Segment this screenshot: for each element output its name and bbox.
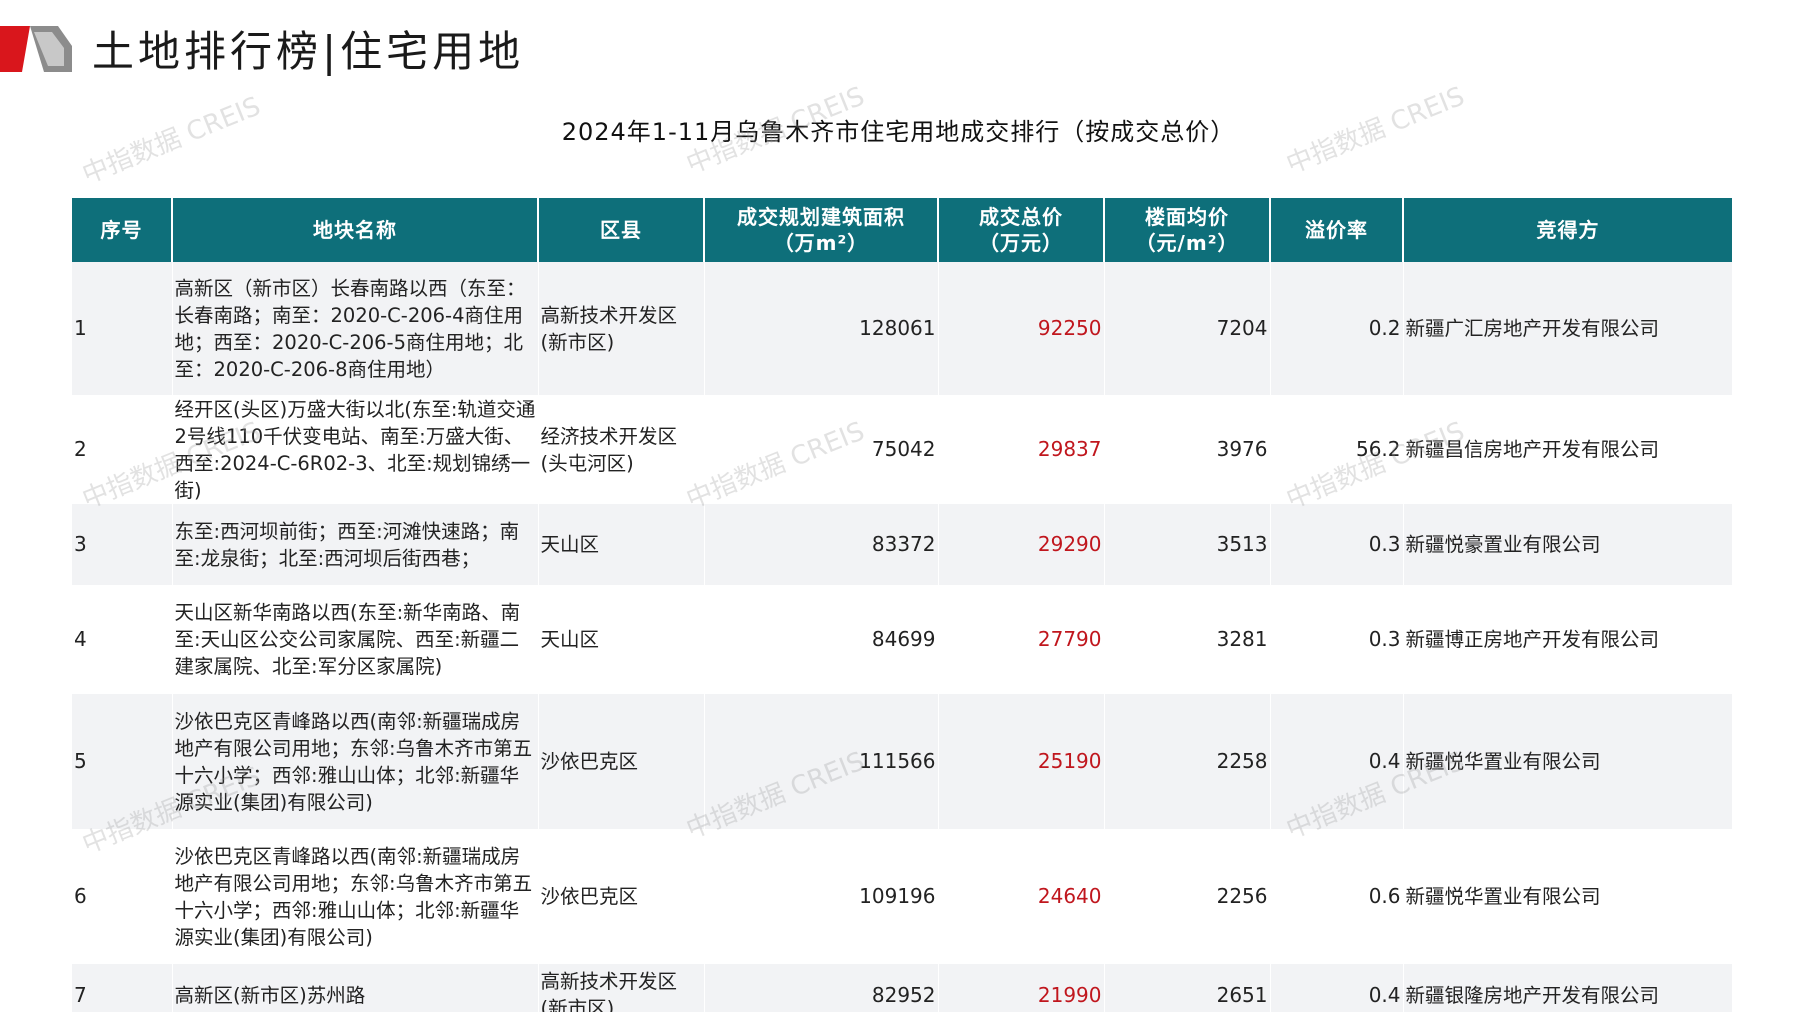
premium-value: 56.2 bbox=[1270, 395, 1404, 504]
table-row: 7 高新区(新市区)苏州路 高新技术开发区(新市区) 82952 21990 2… bbox=[72, 964, 1733, 1012]
area-value: 111566 bbox=[704, 694, 939, 829]
area-value: 109196 bbox=[704, 829, 939, 964]
total-price-value: 29290 bbox=[938, 504, 1105, 585]
table-header-row: 序号 地块名称 区县 成交规划建筑面积 （万m²） 成交总价 （万元） 楼面均价… bbox=[72, 198, 1732, 262]
premium-value: 0.2 bbox=[1270, 262, 1404, 395]
column-header-winner: 竞得方 bbox=[1403, 198, 1732, 262]
area-value: 84699 bbox=[704, 585, 939, 694]
table-row: 6 沙依巴克区青峰路以西(南邻:新疆瑞成房地产有限公司用地；东邻:乌鲁木齐市第五… bbox=[72, 829, 1733, 964]
parcel-name: 东至:西河坝前街；西至:河滩快速路；南至:龙泉街；北至:西河坝后街西巷； bbox=[172, 504, 539, 585]
premium-value: 0.3 bbox=[1270, 504, 1404, 585]
district: 沙依巴克区 bbox=[538, 694, 705, 829]
total-price-value: 27790 bbox=[938, 585, 1105, 694]
winner-name: 新疆博正房地产开发有限公司 bbox=[1403, 585, 1733, 694]
row-index: 7 bbox=[72, 964, 173, 1012]
table-row: 3 东至:西河坝前街；西至:河滩快速路；南至:龙泉街；北至:西河坝后街西巷； 天… bbox=[72, 504, 1733, 585]
total-price-value: 92250 bbox=[938, 262, 1105, 395]
district: 沙依巴克区 bbox=[538, 829, 705, 964]
area-value: 82952 bbox=[704, 964, 939, 1012]
row-index: 5 bbox=[72, 694, 173, 829]
unit-price-value: 2256 bbox=[1104, 829, 1271, 964]
area-value: 75042 bbox=[704, 395, 939, 504]
parcel-name: 天山区新华南路以西(东至:新华南路、南至:天山区公交公司家属院、西至:新疆二建家… bbox=[172, 585, 539, 694]
winner-name: 新疆广汇房地产开发有限公司 bbox=[1403, 262, 1733, 395]
table-row: 4 天山区新华南路以西(东至:新华南路、南至:天山区公交公司家属院、西至:新疆二… bbox=[72, 585, 1733, 694]
winner-name: 新疆银隆房地产开发有限公司 bbox=[1403, 964, 1733, 1012]
parcel-name: 沙依巴克区青峰路以西(南邻:新疆瑞成房地产有限公司用地；东邻:乌鲁木齐市第五十六… bbox=[172, 694, 539, 829]
unit-price-value: 3281 bbox=[1104, 585, 1271, 694]
district: 高新技术开发区(新市区) bbox=[538, 262, 705, 395]
unit-price-value: 2651 bbox=[1104, 964, 1271, 1012]
district: 天山区 bbox=[538, 504, 705, 585]
winner-name: 新疆悦豪置业有限公司 bbox=[1403, 504, 1733, 585]
district: 天山区 bbox=[538, 585, 705, 694]
winner-name: 新疆悦华置业有限公司 bbox=[1403, 829, 1733, 964]
row-index: 4 bbox=[72, 585, 173, 694]
premium-value: 0.3 bbox=[1270, 585, 1404, 694]
unit-price-value: 3513 bbox=[1104, 504, 1271, 585]
district: 经济技术开发区(头屯河区) bbox=[538, 395, 705, 504]
total-price-value: 25190 bbox=[938, 694, 1105, 829]
column-header-district: 区县 bbox=[538, 198, 705, 262]
parcel-name: 高新区(新市区)苏州路 bbox=[172, 964, 539, 1012]
column-header-premium: 溢价率 bbox=[1270, 198, 1404, 262]
brand-logo-icon bbox=[0, 26, 72, 72]
table-row: 5 沙依巴克区青峰路以西(南邻:新疆瑞成房地产有限公司用地；东邻:乌鲁木齐市第五… bbox=[72, 694, 1733, 829]
total-price-value: 24640 bbox=[938, 829, 1105, 964]
column-header-area: 成交规划建筑面积 （万m²） bbox=[704, 198, 939, 262]
unit-price-value: 7204 bbox=[1104, 262, 1271, 395]
district: 高新技术开发区(新市区) bbox=[538, 964, 705, 1012]
row-index: 1 bbox=[72, 262, 173, 395]
premium-value: 0.4 bbox=[1270, 964, 1404, 1012]
ranking-table: 序号 地块名称 区县 成交规划建筑面积 （万m²） 成交总价 （万元） 楼面均价… bbox=[72, 198, 1733, 1012]
area-value: 128061 bbox=[704, 262, 939, 395]
row-index: 6 bbox=[72, 829, 173, 964]
page: 土地排行榜|住宅用地 2024年1-11月乌鲁木齐市住宅用地成交排行（按成交总价… bbox=[0, 0, 1797, 1012]
column-header-parcel-name: 地块名称 bbox=[172, 198, 539, 262]
row-index: 2 bbox=[72, 395, 173, 504]
parcel-name: 经开区(头区)万盛大街以北(东至:轨道交通2号线110千伏变电站、南至:万盛大街… bbox=[172, 395, 539, 504]
parcel-name: 高新区（新市区）长春南路以西（东至：长春南路；南至：2020-C-206-4商住… bbox=[172, 262, 539, 395]
winner-name: 新疆昌信房地产开发有限公司 bbox=[1403, 395, 1733, 504]
total-price-value: 29837 bbox=[938, 395, 1105, 504]
premium-value: 0.4 bbox=[1270, 694, 1404, 829]
page-title: 土地排行榜|住宅用地 bbox=[92, 27, 525, 76]
area-value: 83372 bbox=[704, 504, 939, 585]
column-header-total-price: 成交总价 （万元） bbox=[938, 198, 1105, 262]
column-header-unit-price: 楼面均价 （元/m²） bbox=[1104, 198, 1271, 262]
table-title: 2024年1-11月乌鲁木齐市住宅用地成交排行（按成交总价） bbox=[561, 118, 1236, 146]
total-price-value: 21990 bbox=[938, 964, 1105, 1012]
winner-name: 新疆悦华置业有限公司 bbox=[1403, 694, 1733, 829]
table-row: 1 高新区（新市区）长春南路以西（东至：长春南路；南至：2020-C-206-4… bbox=[72, 262, 1733, 395]
unit-price-value: 3976 bbox=[1104, 395, 1271, 504]
parcel-name: 沙依巴克区青峰路以西(南邻:新疆瑞成房地产有限公司用地；东邻:乌鲁木齐市第五十六… bbox=[172, 829, 539, 964]
column-header-index: 序号 bbox=[72, 198, 173, 262]
row-index: 3 bbox=[72, 504, 173, 585]
table-row: 2 经开区(头区)万盛大街以北(东至:轨道交通2号线110千伏变电站、南至:万盛… bbox=[72, 395, 1733, 504]
premium-value: 0.6 bbox=[1270, 829, 1404, 964]
unit-price-value: 2258 bbox=[1104, 694, 1271, 829]
